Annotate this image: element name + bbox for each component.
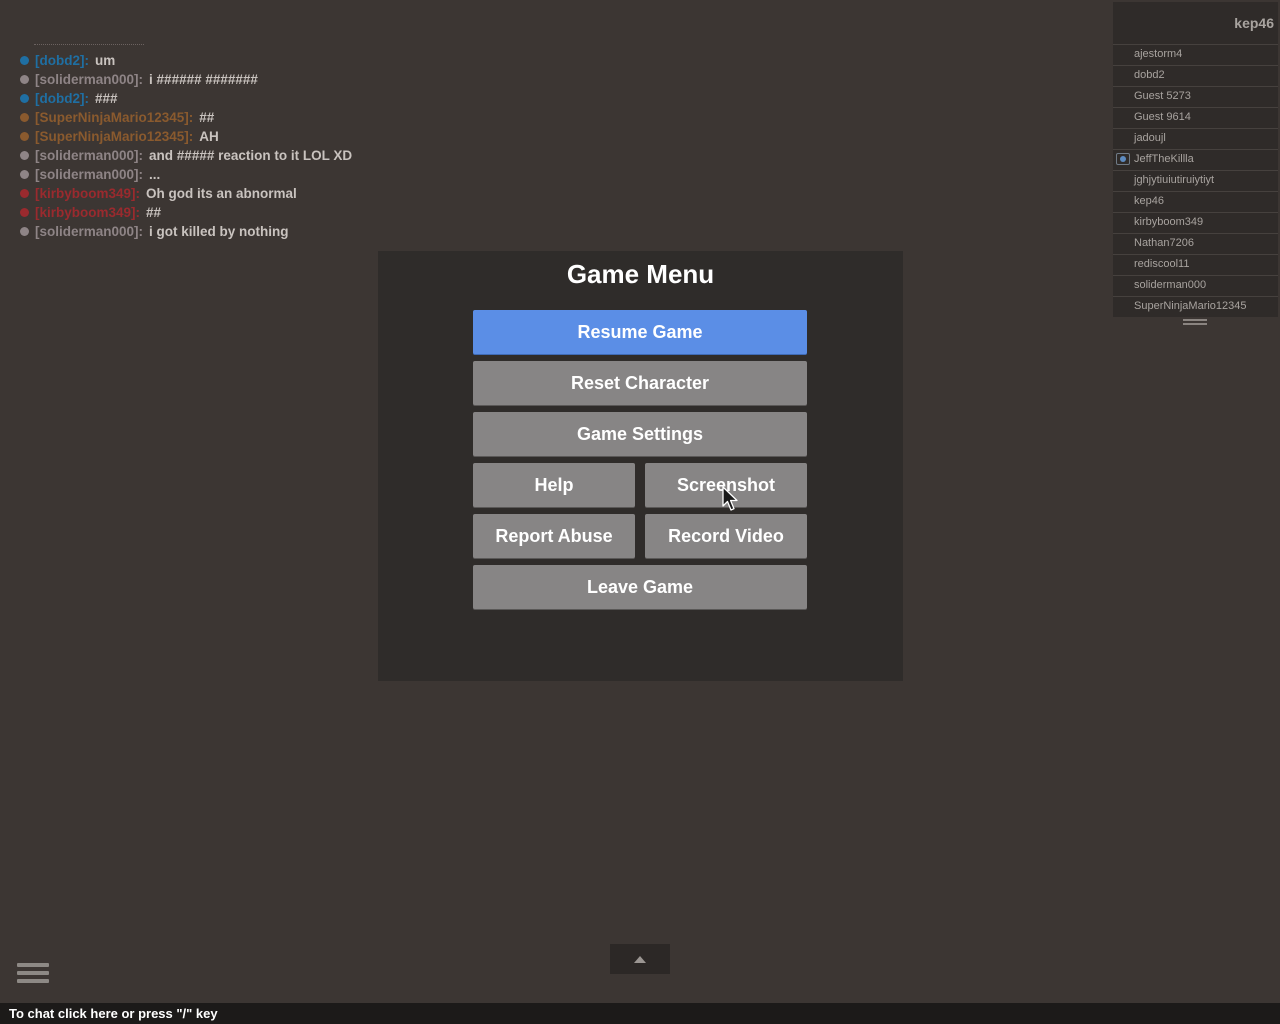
local-player-name: kep46: [1234, 15, 1274, 31]
mouse-cursor-icon: [722, 486, 738, 511]
player-name: dobd2: [1134, 69, 1165, 81]
player-list-entry[interactable]: jadoujl: [1113, 128, 1278, 149]
chat-message: [dobd2]: um: [20, 51, 420, 70]
player-list-entry[interactable]: Guest 5273: [1113, 86, 1278, 107]
player-color-dot: [20, 208, 29, 217]
chat-message-text: and ##### reaction to it LOL XD: [149, 148, 353, 163]
player-name: JeffTheKillla: [1134, 153, 1194, 165]
player-list-entry[interactable]: dobd2: [1113, 65, 1278, 86]
player-list-entry[interactable]: Guest 9614: [1113, 107, 1278, 128]
chat-message: [soliderman000]: i ###### #######: [20, 70, 420, 89]
player-color-dot: [20, 75, 29, 84]
game-menu-dialog: Game Menu Resume Game Reset Character Ga…: [378, 251, 903, 681]
player-name: Guest 5273: [1134, 90, 1191, 102]
player-name: ajestorm4: [1134, 48, 1183, 60]
player-list-entry[interactable]: soliderman000: [1113, 275, 1278, 296]
chat-message-text: ##: [199, 110, 215, 125]
player-name: soliderman000: [1134, 279, 1207, 291]
expand-backpack-button[interactable]: [610, 944, 670, 974]
player-color-dot: [20, 170, 29, 179]
player-list-entry[interactable]: kirbyboom349: [1113, 212, 1278, 233]
player-list-entry[interactable]: kep46: [1113, 191, 1278, 212]
player-name: jghjytiuiutiruiytiyt: [1134, 174, 1215, 186]
chat-message: [SuperNinjaMario12345]: AH: [20, 127, 420, 146]
chat-sender-name: [soliderman000]:: [35, 148, 144, 163]
player-list-entry[interactable]: Nathan7206: [1113, 233, 1278, 254]
player-name: jadoujl: [1134, 132, 1166, 144]
player-color-dot: [20, 151, 29, 160]
player-list-collapse-handle[interactable]: [1183, 319, 1207, 325]
chat-sender-name: [dobd2]:: [35, 91, 89, 106]
chat-sender-name: [kirbyboom349]:: [35, 205, 141, 220]
chat-input-bar[interactable]: To chat click here or press "/" key: [0, 1003, 1280, 1024]
chat-message: [dobd2]: ###: [20, 89, 420, 108]
chat-sender-name: [SuperNinjaMario12345]:: [35, 110, 194, 125]
player-name: Nathan7206: [1134, 237, 1194, 249]
chat-message: [soliderman000]: i got killed by nothing: [20, 222, 420, 241]
chat-message: [soliderman000]:...: [20, 165, 420, 184]
player-list-entry[interactable]: JeffTheKillla: [1113, 149, 1278, 170]
chat-message: [kirbyboom349]: Oh god its an abnormal: [20, 184, 420, 203]
chat-hint: To chat click here or press "/" key: [9, 1006, 218, 1021]
help-button[interactable]: Help: [473, 463, 635, 507]
hamburger-menu-icon[interactable]: [17, 963, 49, 987]
chat-message: [SuperNinjaMario12345]: ##: [20, 108, 420, 127]
player-list-entry[interactable]: rediscool11: [1113, 254, 1278, 275]
player-color-dot: [20, 189, 29, 198]
chat-message-text: ##: [146, 205, 162, 220]
player-list-entry[interactable]: SuperNinjaMario12345: [1113, 296, 1278, 317]
player-list: kep46 ajestorm4 dobd2 Guest 5273 Guest 9614…: [1113, 2, 1278, 317]
game-settings-button[interactable]: Game Settings: [473, 412, 807, 456]
chat-sender-name: [soliderman000]:: [35, 167, 144, 182]
player-color-dot: [20, 94, 29, 103]
player-color-dot: [20, 227, 29, 236]
chat-sender-name: [SuperNinjaMario12345]:: [35, 129, 194, 144]
chat-message-text: um: [94, 53, 116, 68]
chat-message-text: Oh god its an abnormal: [146, 186, 297, 201]
chat-message-text: i got killed by nothing: [149, 224, 289, 239]
chat-sender-name: [soliderman000]:: [35, 72, 144, 87]
player-name: kirbyboom349: [1134, 216, 1204, 228]
player-name: Guest 9614: [1134, 111, 1191, 123]
chat-log: [dobd2]: um [soliderman000]: i ###### #####…: [20, 44, 420, 241]
chat-message-text: i ###### #######: [149, 72, 258, 87]
player-name: rediscool11: [1134, 258, 1190, 270]
player-color-dot: [20, 56, 29, 65]
chat-sender-name: [kirbyboom349]:: [35, 186, 141, 201]
resume-game-button[interactable]: Resume Game: [473, 310, 807, 354]
menu-title: Game Menu: [566, 259, 715, 289]
player-list-entry[interactable]: jghjytiuiutiruiytiyt: [1113, 170, 1278, 191]
chat-message: [kirbyboom349]: ##: [20, 203, 420, 222]
player-list-header[interactable]: kep46: [1113, 2, 1278, 44]
chevron-up-icon: [634, 955, 646, 963]
record-video-button[interactable]: Record Video: [645, 514, 807, 558]
chat-clipped-line: [34, 44, 144, 48]
player-name: SuperNinjaMario12345: [1134, 300, 1247, 312]
chat-message-text: AH: [199, 129, 219, 144]
reset-character-button[interactable]: Reset Character: [473, 361, 807, 405]
report-abuse-button[interactable]: Report Abuse: [473, 514, 635, 558]
leave-game-button[interactable]: Leave Game: [473, 565, 807, 609]
player-color-dot: [20, 132, 29, 141]
player-name: kep46: [1134, 195, 1164, 207]
player-color-dot: [20, 113, 29, 122]
membership-badge-icon: [1116, 153, 1130, 165]
chat-message: [soliderman000]: and ##### reaction to it…: [20, 146, 420, 165]
chat-message-text: ...: [149, 167, 161, 182]
chat-sender-name: [dobd2]:: [35, 53, 89, 68]
player-list-entry[interactable]: ajestorm4: [1113, 44, 1278, 65]
chat-message-text: ###: [94, 91, 118, 106]
chat-sender-name: [soliderman000]:: [35, 224, 144, 239]
